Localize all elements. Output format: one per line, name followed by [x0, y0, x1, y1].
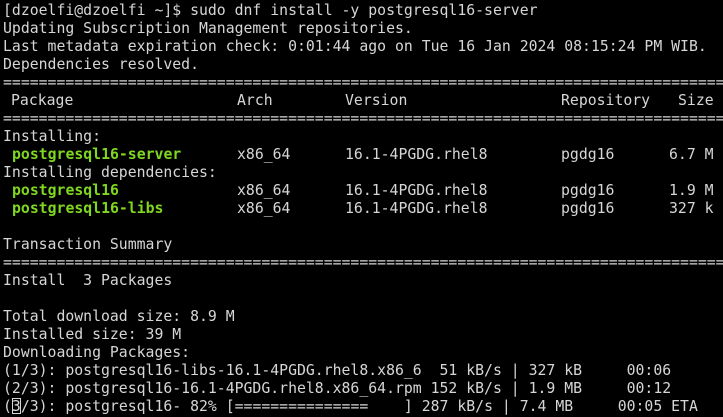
table-rule: ========================================…	[3, 74, 723, 91]
header-size: Size	[678, 92, 714, 109]
command-line: [dzoelfi@dzoelfi ~]$ sudo dnf install -y…	[0, 2, 723, 20]
package-name: postgresql16-server	[12, 146, 182, 163]
terminal-cursor	[11, 398, 21, 414]
table-rule: ========================================…	[3, 254, 723, 271]
install-count: Install 3 Packages	[3, 272, 173, 289]
output-line: Updating Subscription Management reposit…	[3, 20, 413, 37]
output-line: Last metadata expiration check: 0:01:44 …	[3, 38, 707, 55]
package-arch: x86_64	[237, 146, 291, 163]
package-size: 327 k	[669, 200, 714, 217]
command-text: sudo dnf install -y postgresql16-server	[190, 2, 538, 19]
package-size: 6.7 M	[669, 146, 714, 163]
cursor-char: (	[3, 398, 12, 415]
shell-prompt: [dzoelfi@dzoelfi ~]$	[3, 2, 191, 19]
table-row: postgresql16-server x86_64 16.1-4PGDG.rh…	[0, 146, 723, 164]
package-name: postgresql16	[12, 182, 119, 199]
package-version: 16.1-4PGDG.rhel8	[345, 146, 488, 163]
section-label-dependencies: Installing dependencies:	[3, 164, 217, 181]
package-repository: pgdg16	[561, 182, 615, 199]
download-progress-line: (1/3): postgresql16-libs-16.1-4PGDG.rhel…	[3, 362, 672, 379]
progress-text: 3/3): postgresql16- 82% [===============…	[11, 398, 698, 415]
table-row: postgresql16-libs x86_64 16.1-4PGDG.rhel…	[0, 200, 723, 218]
package-repository: pgdg16	[561, 146, 615, 163]
table-rule: ========================================…	[3, 110, 723, 127]
installed-size: Installed size: 39 M	[3, 326, 182, 343]
package-version: 16.1-4PGDG.rhel8	[345, 200, 488, 217]
package-name: postgresql16-libs	[12, 200, 164, 217]
package-size: 1.9 M	[669, 182, 714, 199]
package-repository: pgdg16	[561, 200, 615, 217]
section-label-installing: Installing:	[3, 128, 101, 145]
download-progress-line: (3/3): postgresql16- 82% [==============…	[0, 398, 723, 416]
terminal-window[interactable]: [dzoelfi@dzoelfi ~]$ sudo dnf install -y…	[0, 0, 723, 417]
download-progress-line: (2/3): postgresql16-16.1-4PGDG.rhel8.x86…	[3, 380, 672, 397]
summary-title: Transaction Summary	[3, 236, 173, 253]
package-version: 16.1-4PGDG.rhel8	[345, 182, 488, 199]
package-arch: x86_64	[237, 200, 291, 217]
output-line: Dependencies resolved.	[3, 56, 199, 73]
package-arch: x86_64	[237, 182, 291, 199]
table-header-row: Package Arch Version Repository Size	[0, 92, 723, 110]
download-size: Total download size: 8.9 M	[3, 308, 235, 325]
table-row: postgresql16 x86_64 16.1-4PGDG.rhel8 pgd…	[0, 182, 723, 200]
header-arch: Arch	[237, 92, 273, 109]
header-repository: Repository	[561, 92, 651, 109]
header-version: Version	[345, 92, 408, 109]
header-package: Package	[11, 92, 74, 109]
downloading-label: Downloading Packages:	[3, 344, 191, 361]
